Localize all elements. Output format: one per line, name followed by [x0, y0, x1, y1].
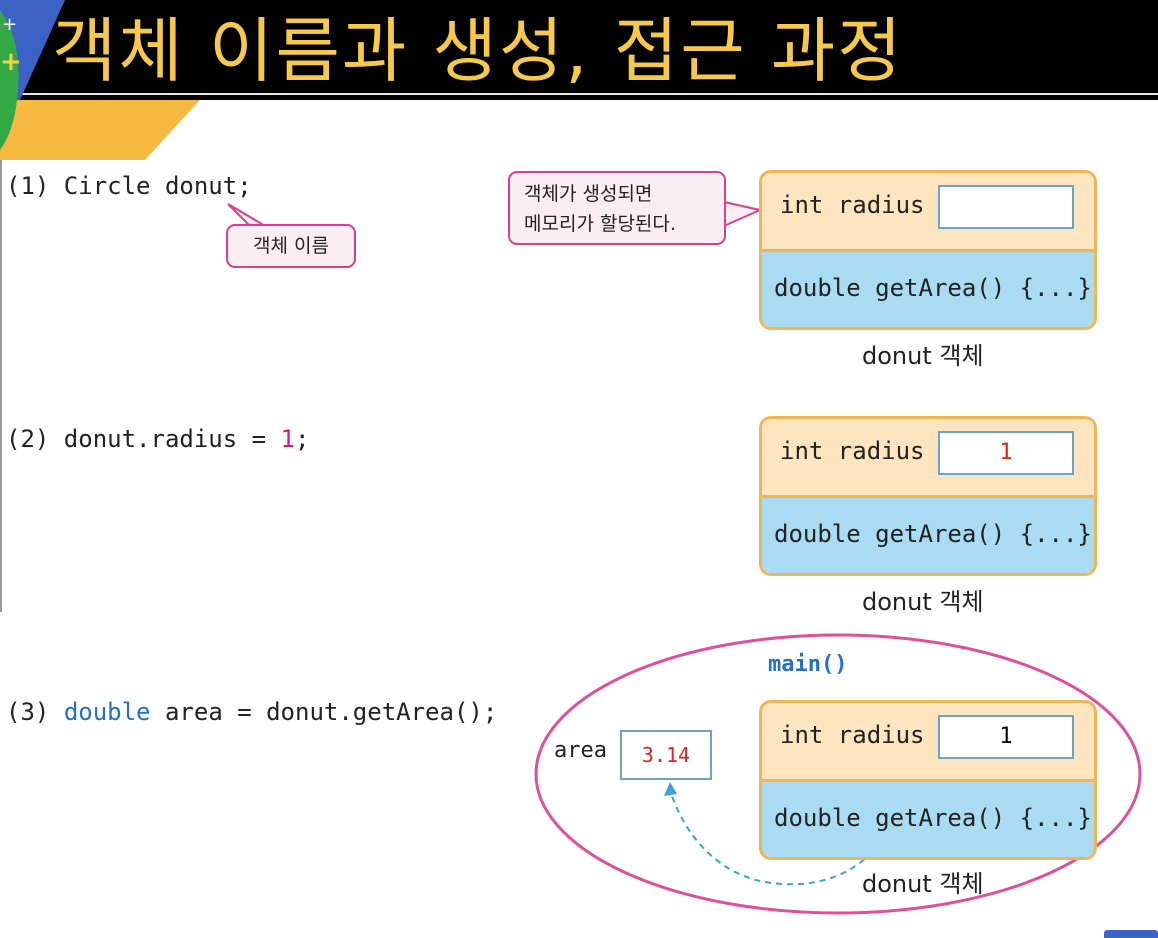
field-label: int radius [780, 437, 925, 465]
radius-value-box: 1 [938, 715, 1074, 759]
memory-allocated-callout: 객체가 생성되면 메모리가 할당된다. [508, 171, 726, 245]
donut-object-3: int radius 1 double getArea() {...} [759, 700, 1097, 860]
slide-title: 객체 이름과 생성, 접근 과정 [52, 10, 904, 92]
svg-text:+: + [2, 14, 17, 35]
method-label: double getArea() {...} [774, 520, 1092, 548]
svg-text:+: + [0, 47, 22, 77]
object-label: donut 객체 [862, 342, 984, 370]
donut-object-1: int radius double getArea() {...} [759, 170, 1097, 330]
method-label: double getArea() {...} [774, 804, 1092, 832]
method-section: double getArea() {...} [762, 498, 1094, 573]
object-name-callout: 객체 이름 [226, 224, 356, 268]
donut-object-2: int radius 1 double getArea() {...} [759, 416, 1097, 576]
page-corner-marker [1104, 930, 1158, 938]
radius-value-box: 1 [938, 431, 1074, 475]
object-label: donut 객체 [862, 870, 984, 898]
step-2-code: (2) donut.radius = 1; [6, 425, 310, 453]
field-section: int radius 1 [762, 419, 1094, 498]
method-section: double getArea() {...} [762, 782, 1094, 857]
field-label: int radius [780, 721, 925, 749]
step-3-code: (3) double area = donut.getArea(); [6, 698, 498, 726]
callout-line: 메모리가 할당된다. [524, 213, 676, 235]
method-section: double getArea() {...} [762, 252, 1094, 327]
callout-line: 객체가 생성되면 [524, 183, 653, 205]
radius-value-box [938, 185, 1074, 229]
left-rule [0, 160, 2, 612]
method-label: double getArea() {...} [774, 274, 1092, 302]
field-label: int radius [780, 191, 925, 219]
main-scope-label: main() [768, 652, 848, 677]
field-section: int radius [762, 173, 1094, 252]
area-value-box: 3.14 [620, 730, 712, 780]
object-label: donut 객체 [862, 588, 984, 616]
area-variable-label: area [554, 738, 607, 763]
step-1-code: (1) Circle donut; [6, 172, 252, 200]
field-section: int radius 1 [762, 703, 1094, 782]
